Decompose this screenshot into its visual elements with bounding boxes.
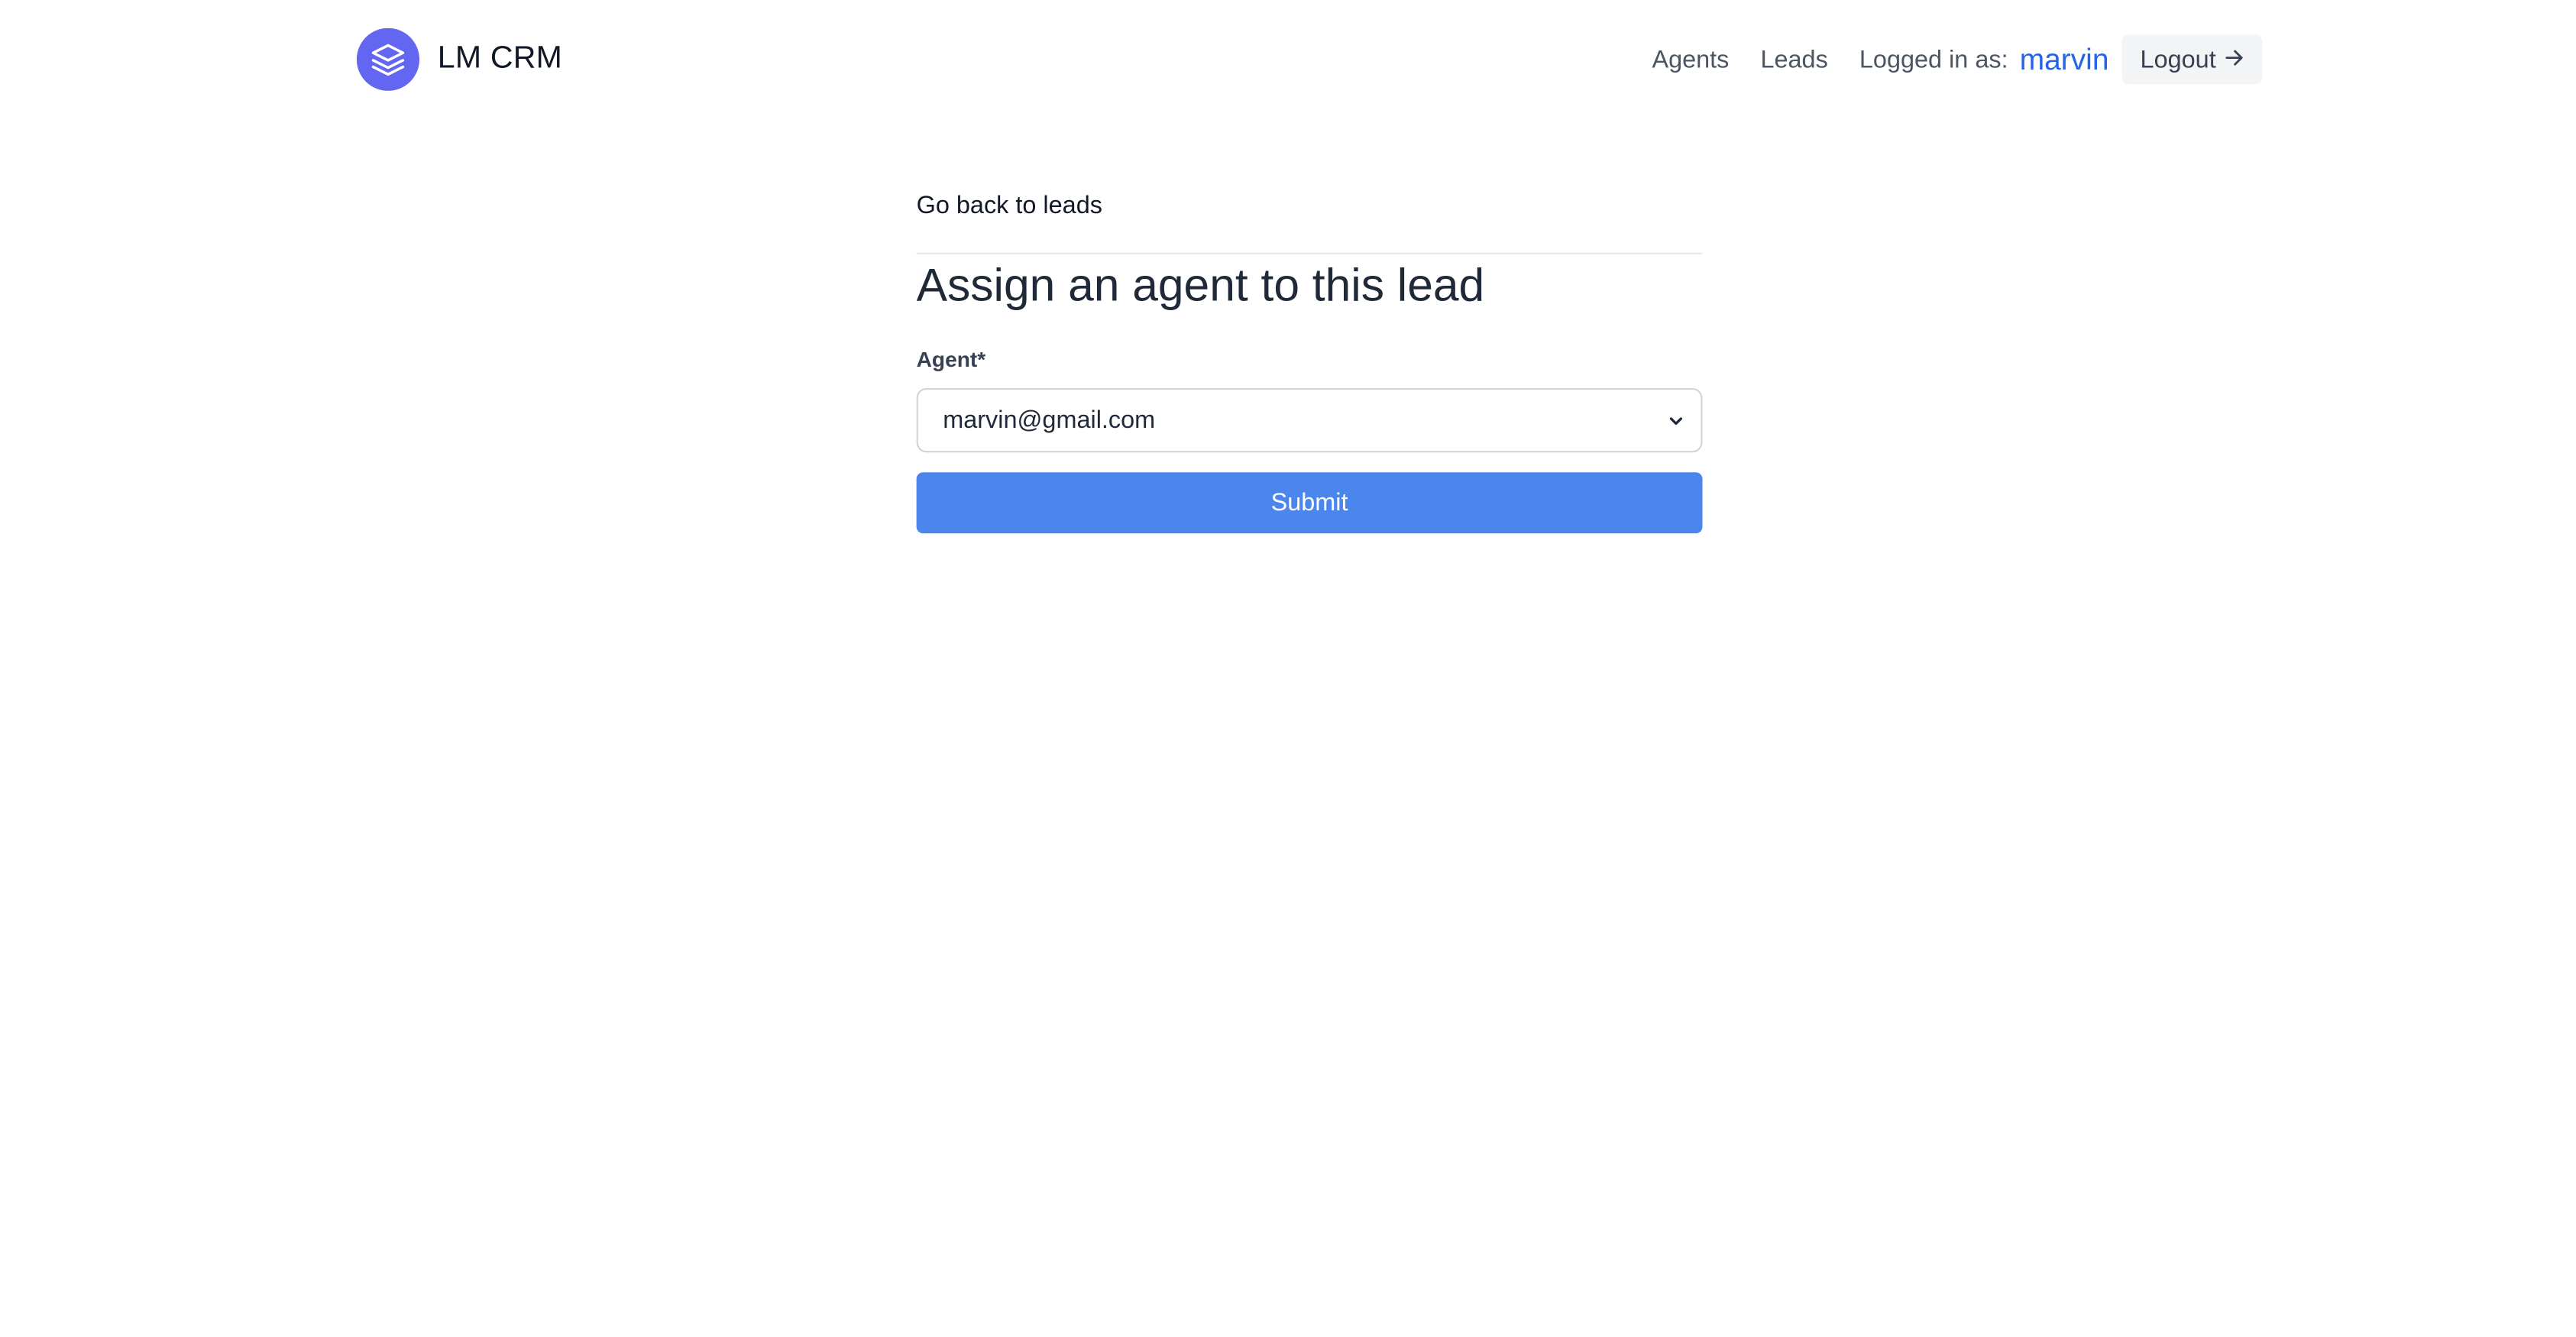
divider <box>916 252 1703 254</box>
page-title: Assign an agent to this lead <box>916 259 1485 311</box>
logout-label: Logout <box>2140 45 2216 74</box>
current-user-link[interactable]: marvin <box>2020 42 2109 76</box>
nav-link-leads[interactable]: Leads <box>1760 45 1827 73</box>
chevron-down-icon <box>1666 410 1686 429</box>
logout-button[interactable]: Logout <box>2121 34 2263 85</box>
arrow-right-icon <box>2225 45 2244 73</box>
brand-link[interactable]: LM CRM <box>356 28 563 91</box>
top-navbar: LM CRM Agents Leads Logged in as: marvin… <box>356 27 2263 92</box>
agent-select[interactable]: marvin@gmail.com <box>916 387 1703 453</box>
submit-button[interactable]: Submit <box>916 472 1703 534</box>
agent-field-label: Agent* <box>916 346 986 372</box>
agent-select-value: marvin@gmail.com <box>943 406 1156 435</box>
nav-link-agents[interactable]: Agents <box>1652 45 1729 73</box>
back-to-leads-link[interactable]: Go back to leads <box>917 185 1703 226</box>
brand-name: LM CRM <box>437 41 563 76</box>
main-content: Go back to leads Assign an agent to this… <box>916 185 1703 534</box>
assign-agent-form: Agent* marvin@gmail.com Submit <box>916 346 1703 534</box>
logged-in-label: Logged in as: <box>1859 45 2008 74</box>
layers-icon <box>356 28 420 91</box>
main-nav: Agents Leads Logged in as: marvin Logout <box>1652 34 2263 85</box>
page: LM CRM Agents Leads Logged in as: marvin… <box>0 0 2576 1337</box>
